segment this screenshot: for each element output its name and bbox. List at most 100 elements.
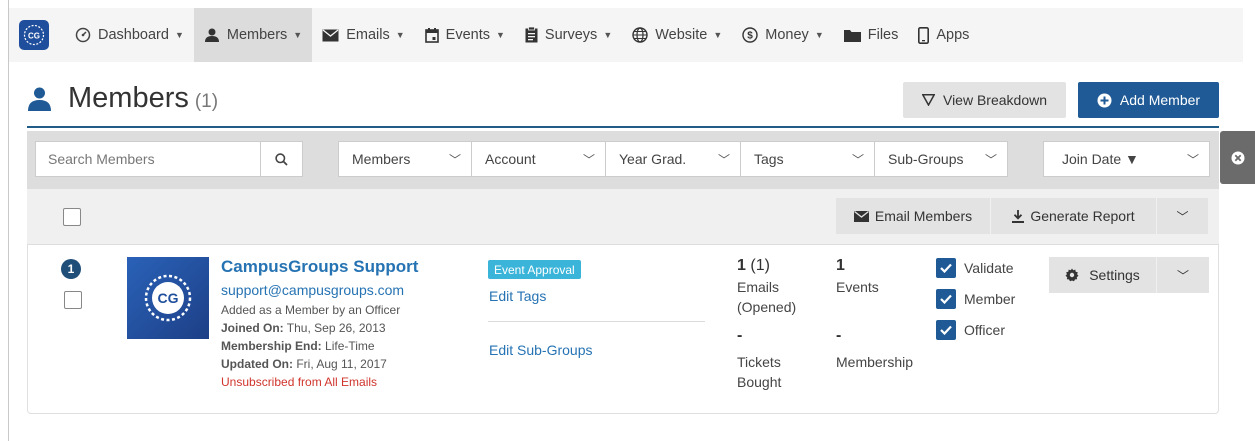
role-officer-label: Officer [964,322,1005,338]
nav-surveys-label: Surveys [544,27,598,43]
join-date-sort-select[interactable]: Join Date ▼ ﹀ [1043,141,1210,177]
year-grad-filter-label: Year Grad. [619,151,687,167]
page-title: Members (1) [27,82,218,115]
nav-money[interactable]: $ Money ▼ [732,8,833,62]
sub-groups-filter-label: Sub-Groups [888,151,964,167]
nav-emails[interactable]: Emails ▼ [312,8,414,62]
event-approval-tag: Event Approval [488,260,581,279]
campusgroups-logo[interactable]: CG [19,20,49,50]
chevron-down-icon: ﹀ [448,152,461,167]
nav-members[interactable]: Members ▼ [193,8,313,62]
settings-dropdown[interactable]: ﹀ [1157,257,1209,293]
search-icon [275,152,288,166]
nav-apps[interactable]: Apps [908,8,979,62]
member-joined-on: Joined On: Thu, Sep 26, 2013 [221,321,386,335]
globe-icon [632,27,648,43]
close-circle-icon [1231,151,1244,164]
year-grad-filter-select[interactable]: Year Grad. ﹀ [605,141,741,177]
dashboard-icon [75,27,91,43]
page-title-text: Members [68,82,189,114]
settings-button[interactable]: Settings [1049,257,1157,293]
member-count: (1) [194,90,219,112]
member-settings-group: Settings ﹀ [1049,257,1209,293]
bulk-actions-group: Email Members Generate Report ﹀ [836,198,1208,234]
member-email-link[interactable]: support@campusgroups.com [221,282,404,298]
select-all-checkbox[interactable] [63,208,81,226]
sub-groups-filter-select[interactable]: Sub-Groups ﹀ [874,141,1008,177]
filter-icon [921,94,935,106]
caret-down-icon: ▼ [603,30,613,40]
member-added-by: Added as a Member by an Officer [221,303,401,317]
plus-circle-icon [1097,93,1112,107]
join-date-sort-label: Join Date ▼ [1062,151,1139,167]
caret-down-icon: ▼ [174,30,184,40]
edit-tags-link[interactable]: Edit Tags [489,288,546,304]
page-header: Members (1) View Breakdown Add Member [27,72,1219,128]
edit-sub-groups-link[interactable]: Edit Sub-Groups [489,342,593,358]
gear-icon [1065,268,1079,282]
account-filter-label: Account [485,151,536,167]
role-validate-checkbox[interactable]: Validate [936,258,1014,278]
nav-website-label: Website [655,27,708,43]
more-actions-dropdown[interactable]: ﹀ [1157,198,1208,234]
membership-end-label: Membership End: [221,339,322,353]
download-icon [1012,209,1025,223]
checkbox-checked-icon [936,289,956,309]
chevron-down-icon: ﹀ [984,152,997,167]
campusgroups-logo: CG [144,274,192,322]
joined-on-label: Joined On: [221,321,284,335]
nav-website[interactable]: Website ▼ [622,8,732,62]
joined-on-value: Thu, Sep 26, 2013 [286,321,386,335]
role-officer-checkbox[interactable]: Officer [936,320,1005,340]
nav-files[interactable]: Files [834,8,909,62]
checkbox-checked-icon [936,258,956,278]
member-name-link[interactable]: CampusGroups Support [221,257,418,277]
nav-money-label: Money [765,27,809,43]
emails-label-line2: (Opened) [737,299,797,315]
nav-events-label: Events [445,27,490,43]
search-input[interactable] [36,142,260,176]
generate-report-button[interactable]: Generate Report [991,198,1157,234]
search-button[interactable] [260,142,302,176]
calendar-icon [424,27,439,43]
emails-label-line1: Emails [737,279,780,295]
clipboard-icon [525,27,538,43]
top-nav: CG Dashboard ▼ Members ▼ Emails ▼ Events ▼ S… [9,8,1243,62]
add-member-button[interactable]: Add Member [1078,82,1219,118]
chevron-down-icon: ﹀ [582,152,595,167]
add-member-label: Add Member [1119,92,1201,108]
unsubscribed-status: Unsubscribed from All Emails [221,375,378,389]
role-member-label: Member [964,291,1016,307]
tickets-label-line2: Bought [737,374,782,390]
filter-bar: Members ﹀ Account ﹀ Year Grad. ﹀ Tags ﹀ Sub-… [27,131,1219,189]
updated-on-label: Updated On: [221,357,293,371]
view-breakdown-button[interactable]: View Breakdown [903,82,1066,118]
member-row: 1 CG CampusGroups Support support@campus… [27,245,1219,414]
svg-text:CG: CG [158,290,179,306]
tags-filter-select[interactable]: Tags ﹀ [740,141,875,177]
caret-down-icon: ▼ [293,30,303,40]
tickets-value: - [737,327,743,344]
envelope-icon [853,210,869,222]
tickets-label-line1: Tickets [737,354,781,370]
email-members-button[interactable]: Email Members [836,198,991,234]
member-select-checkbox[interactable] [64,291,82,309]
account-filter-select[interactable]: Account ﹀ [471,141,606,177]
member-avatar[interactable]: CG [127,257,209,339]
view-breakdown-label: View Breakdown [942,92,1048,108]
role-member-checkbox[interactable]: Member [936,289,1015,309]
members-filter-select[interactable]: Members ﹀ [338,141,472,177]
envelope-icon [322,28,339,41]
close-filters-button[interactable] [1220,131,1255,184]
membership-label: Membership [836,354,914,370]
nav-surveys[interactable]: Surveys ▼ [515,8,622,62]
chevron-down-icon: ﹀ [1176,209,1189,224]
member-membership-end: Membership End: Life-Time [221,339,375,353]
user-icon [28,87,51,111]
tags-filter-label: Tags [754,151,784,167]
nav-events[interactable]: Events ▼ [415,8,515,62]
members-filter-label: Members [352,151,411,167]
nav-dashboard[interactable]: Dashboard ▼ [65,8,194,62]
member-updated-on: Updated On: Fri, Aug 11, 2017 [221,357,387,371]
chevron-down-icon: ﹀ [1176,268,1189,283]
